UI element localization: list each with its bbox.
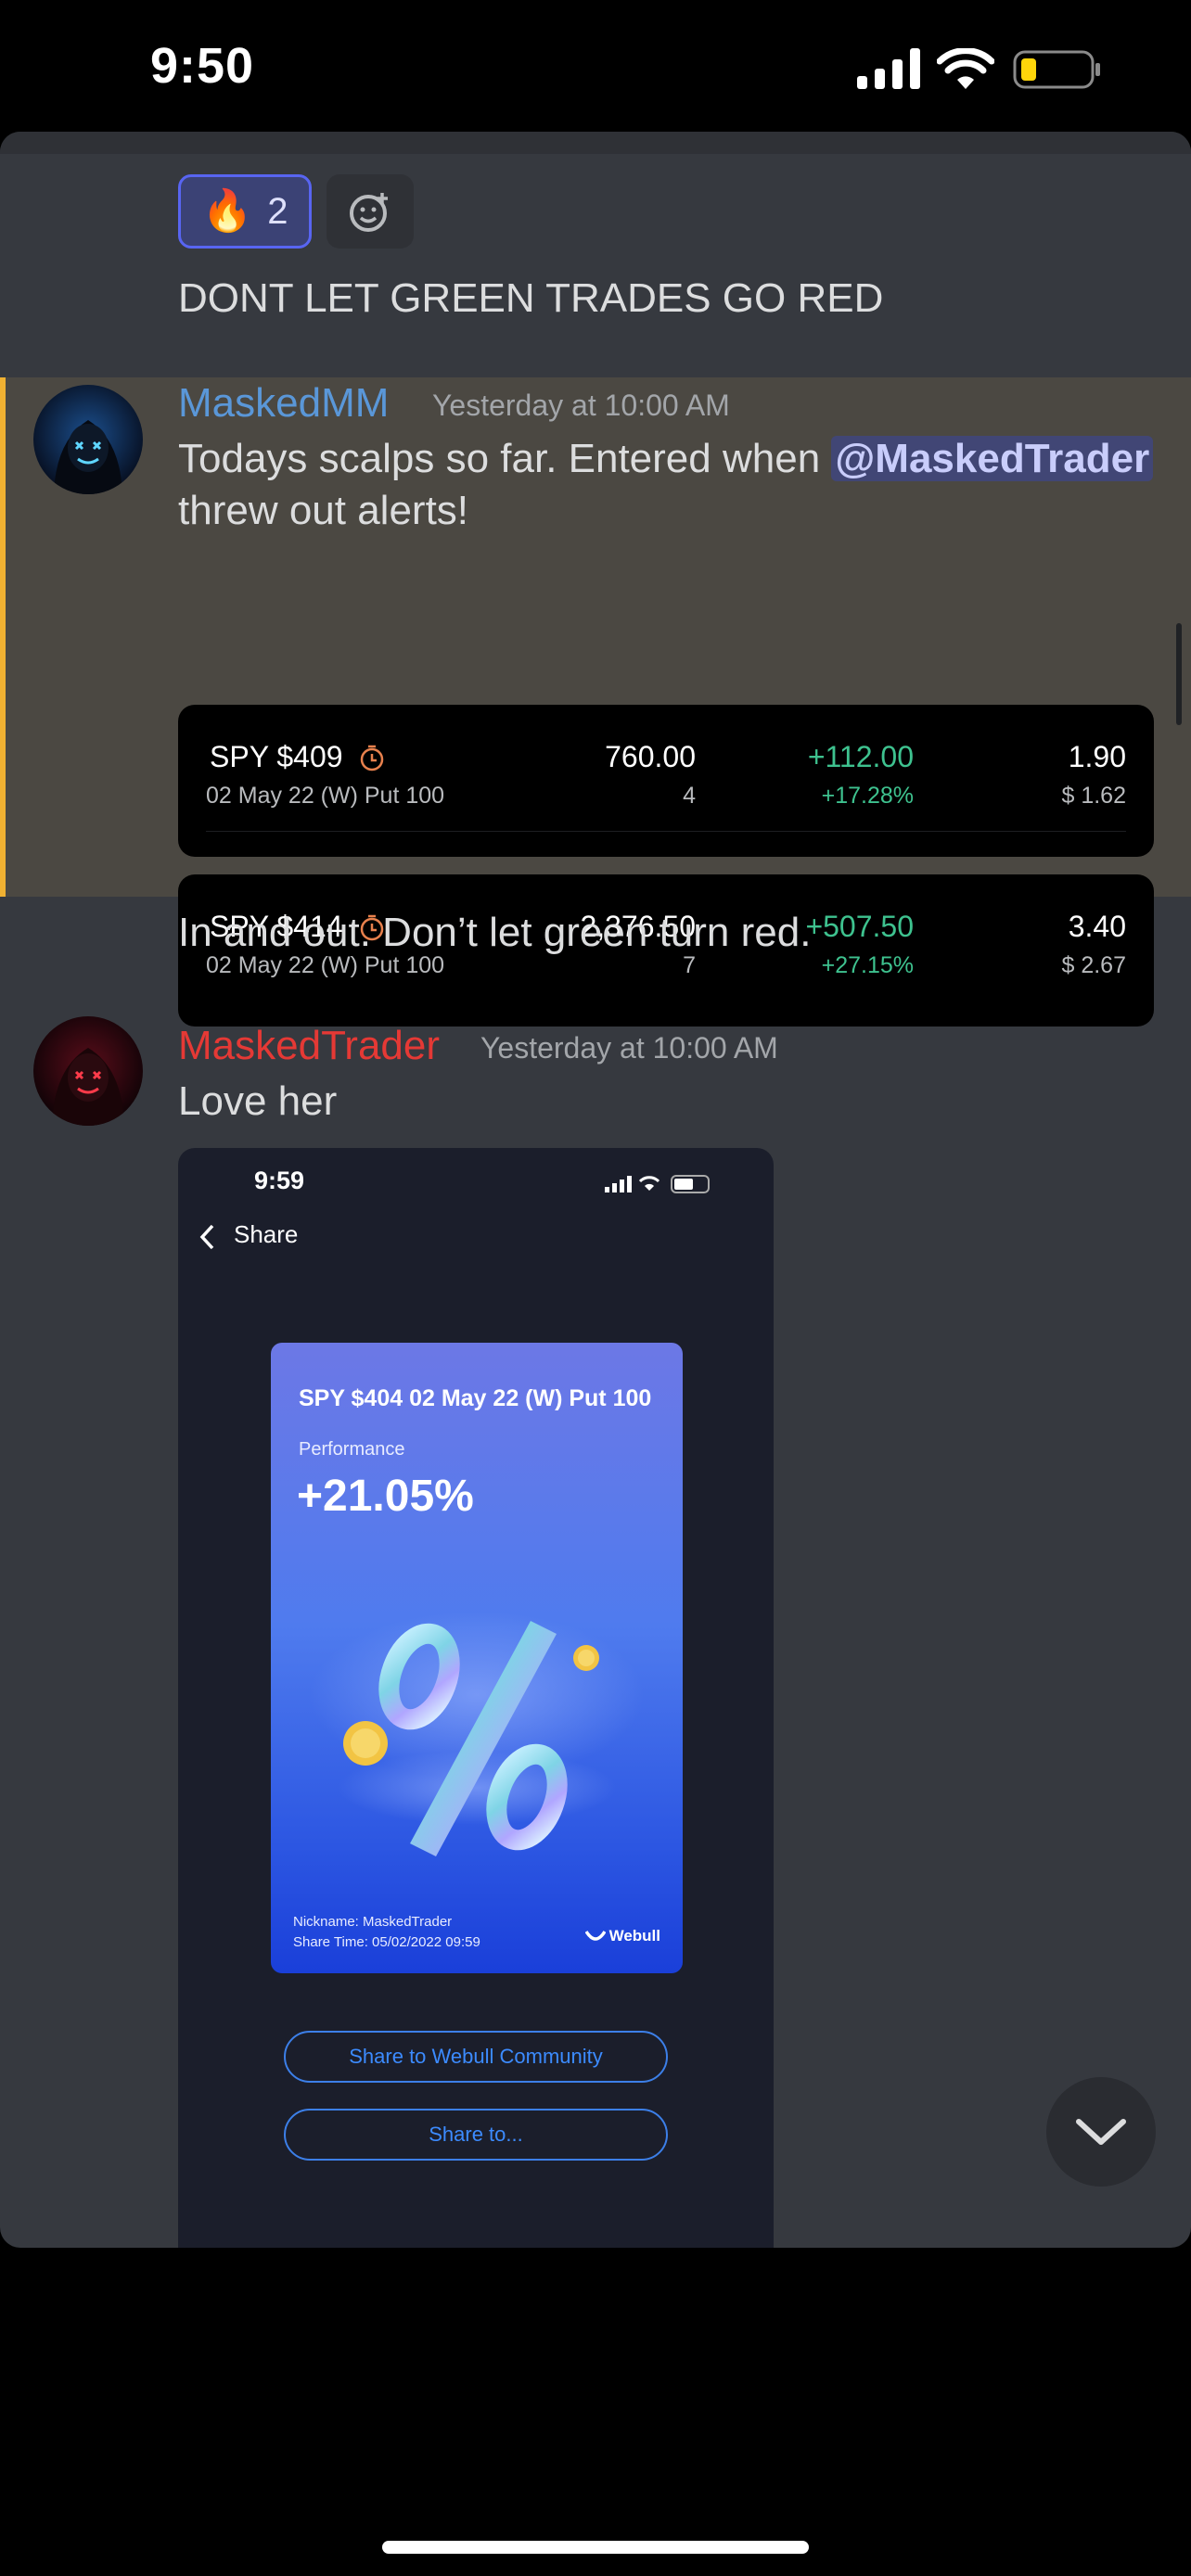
add-reaction-button[interactable] [327, 174, 414, 249]
percent-graphic [310, 1612, 644, 1856]
battery-icon [1013, 50, 1100, 89]
fire-icon: 🔥 [201, 188, 253, 234]
avatar-maskedtrader[interactable] [33, 1016, 143, 1126]
back-chevron-icon[interactable] [197, 1222, 219, 1252]
chat-panel[interactable]: 🔥 2 DONT LET GREEN TRADES GO RED MaskedM… [0, 132, 1191, 2248]
share-to-community-button[interactable]: Share to Webull Community [284, 2031, 668, 2083]
status-time: 9:50 [150, 38, 255, 94]
message-text: DONT LET GREEN TRADES GO RED [178, 275, 884, 321]
trade-cost: $ 1.62 [1061, 783, 1126, 809]
trade-contract: 02 May 22 (W) Put 100 [206, 783, 445, 809]
message-body: Todays scalps so far. Entered when @Mask… [178, 433, 1180, 537]
trade-pl-percent: +27.15% [821, 952, 914, 978]
add-emoji-icon [350, 193, 388, 232]
trade-last-price: 1.90 [1068, 740, 1126, 773]
embedded-status-time: 9:59 [254, 1167, 305, 1194]
share-to-button[interactable]: Share to... [284, 2109, 668, 2161]
reaction-count: 2 [267, 190, 288, 232]
trade-pl: +112.00 [807, 740, 914, 773]
trade-market-value: 760.00 [605, 740, 696, 773]
cellular-signal-icon [857, 48, 920, 89]
jump-to-bottom-button[interactable] [1046, 2077, 1156, 2187]
card-contract-title: SPY $404 02 May 22 (W) Put 100 [299, 1385, 652, 1411]
trade-last-price: 3.40 [1068, 910, 1126, 943]
username-maskedtrader[interactable]: MaskedTrader [178, 1020, 440, 1072]
chevron-down-icon [1076, 2119, 1126, 2145]
embedded-nav-title: Share [234, 1220, 299, 1248]
avatar-maskedmm[interactable] [33, 385, 143, 494]
card-nickname: Nickname: MaskedTrader [293, 1914, 453, 1930]
scrollbar[interactable] [1176, 623, 1182, 725]
trade-pl: +507.50 [805, 910, 914, 943]
fire-reaction-button[interactable]: 🔥 2 [178, 174, 312, 249]
trade-pl-percent: +17.28% [821, 783, 914, 809]
card-performance-label: Performance [299, 1439, 405, 1460]
user-mention[interactable]: @MaskedTrader [831, 436, 1154, 481]
mention-highlight-bar [0, 377, 6, 897]
embedded-status-icons [605, 1175, 710, 1193]
trade-quantity: 4 [683, 783, 696, 809]
message-text: Todays scalps so far. Entered when [178, 436, 832, 481]
trade-symbol: SPY $409 [210, 740, 386, 774]
home-indicator[interactable] [382, 2541, 809, 2554]
trade-cost: $ 2.67 [1061, 952, 1126, 978]
message-text-continued: threw out alerts! [178, 488, 469, 533]
webull-logo: Webull [584, 1927, 660, 1945]
message-text: Love her [178, 1078, 338, 1124]
message-timestamp: Yesterday at 10:00 AM [432, 389, 730, 422]
image-attachment[interactable]: 9:59 Share SPY $404 02 May 22 (W) Put 10… [178, 1148, 774, 2248]
message-timestamp: Yesterday at 10:00 AM [480, 1031, 778, 1065]
panel-header-strip [0, 132, 1191, 154]
message-highlighted[interactable]: MaskedMM Yesterday at 10:00 AM Todays sc… [0, 377, 1191, 1027]
divider [206, 831, 1126, 832]
timer-icon [361, 745, 384, 772]
username-maskedmm[interactable]: MaskedMM [178, 377, 389, 429]
share-performance-card: SPY $404 02 May 22 (W) Put 100 Performan… [271, 1343, 683, 1973]
wifi-icon [937, 48, 994, 89]
card-performance-value: +21.05% [297, 1472, 474, 1521]
card-share-time: Share Time: 05/02/2022 09:59 [293, 1934, 480, 1950]
trade-card[interactable]: SPY $409 02 May 22 (W) Put 100 760.00 4 … [178, 705, 1154, 857]
message-text: In and out. Don’t let green turn red. [178, 910, 812, 955]
webull-logo-icon [584, 1931, 607, 1941]
